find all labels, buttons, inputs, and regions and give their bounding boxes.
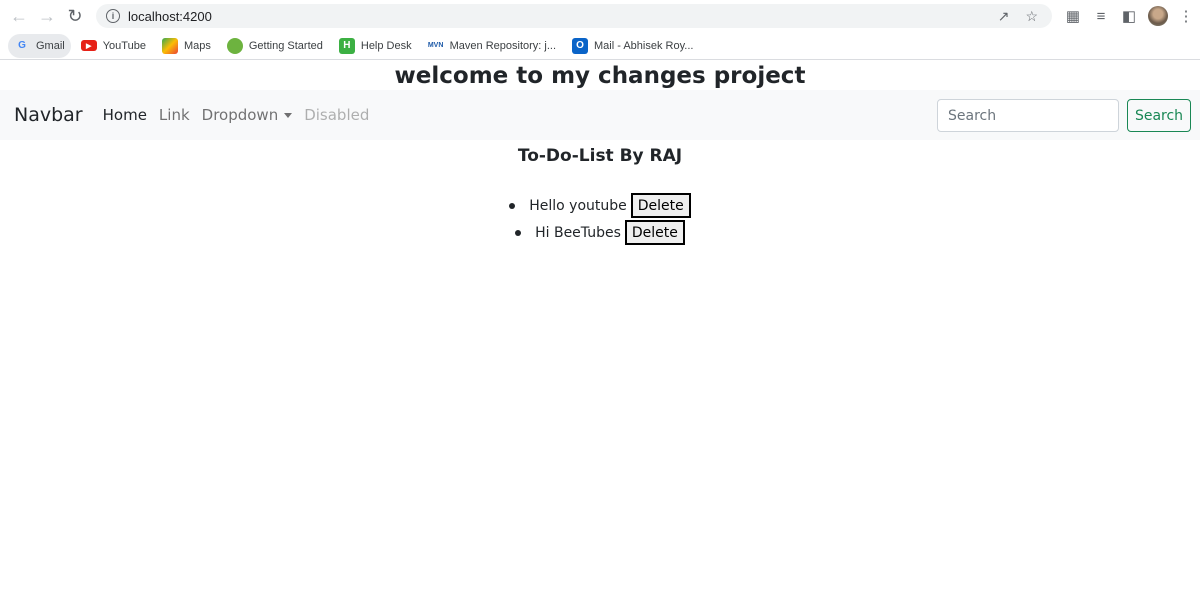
maven-icon: MVN — [427, 42, 444, 49]
bookmark-label: YouTube — [102, 39, 146, 52]
search-input[interactable] — [937, 99, 1119, 132]
caret-down-icon — [284, 113, 293, 118]
side-panel-icon[interactable]: ◧ — [1119, 6, 1139, 26]
navbar: Navbar Home Link Dropdown Disabled Searc… — [0, 90, 1200, 140]
extensions-icon[interactable]: ▦ — [1063, 6, 1083, 26]
nav-link-disabled: Disabled — [304, 106, 370, 124]
bookmark-label: Help Desk — [360, 39, 412, 52]
bookmarks-bar: G Gmail ▶ YouTube Maps Getting Started H… — [0, 32, 1200, 60]
nav-link-link[interactable]: Link — [159, 106, 190, 124]
browser-toolbar: ← → ↻ i localhost:4200 ↗ ☆ ▦ ≡ ◧ ⋮ — [0, 0, 1200, 32]
bookmark-label: Mail - Abhisek Roy... — [594, 39, 694, 52]
profile-avatar[interactable] — [1148, 6, 1168, 26]
share-icon[interactable]: ↗ — [998, 8, 1010, 25]
reload-icon[interactable]: ↻ — [64, 5, 86, 27]
bookmark-maven[interactable]: MVN Maven Repository: j... — [422, 34, 562, 58]
bookmark-label: Maven Repository: j... — [449, 39, 556, 52]
menu-icon[interactable]: ⋮ — [1176, 6, 1196, 26]
helpdesk-icon: H — [338, 37, 355, 54]
bookmark-youtube[interactable]: ▶ YouTube — [75, 34, 152, 58]
todo-item: Hello youtube Delete — [0, 192, 1200, 219]
bookmark-label: Maps — [183, 39, 211, 52]
delete-button[interactable]: Delete — [624, 220, 685, 245]
bookmark-mail[interactable]: O Mail - Abhisek Roy... — [566, 34, 699, 58]
bookmark-gmail[interactable]: G Gmail — [8, 33, 71, 58]
dropdown-label: Dropdown — [201, 106, 279, 124]
bookmark-label: Gmail — [36, 39, 65, 52]
youtube-icon: ▶ — [80, 40, 97, 51]
todo-list: Hello youtube Delete Hi BeeTubes Delete — [0, 192, 1200, 246]
bookmark-help-desk[interactable]: H Help Desk — [333, 34, 418, 58]
todo-heading: To-Do-List By RAJ — [517, 146, 683, 166]
forward-icon[interactable]: → — [36, 5, 58, 27]
google-icon: G — [18, 40, 26, 51]
page-title: welcome to my changes project — [394, 63, 806, 89]
address-bar[interactable]: i localhost:4200 ↗ ☆ — [96, 4, 1052, 28]
todo-text: Hello youtube — [529, 197, 627, 214]
info-icon[interactable]: i — [106, 9, 120, 23]
url-text[interactable]: localhost:4200 — [128, 9, 212, 24]
todo-text: Hi BeeTubes — [535, 224, 621, 241]
bookmark-getting-started[interactable]: Getting Started — [221, 34, 329, 58]
delete-button[interactable]: Delete — [630, 193, 691, 218]
search-button[interactable]: Search — [1127, 99, 1191, 132]
bullet-icon — [509, 202, 516, 209]
media-icon[interactable]: ≡ — [1091, 6, 1111, 26]
back-icon[interactable]: ← — [8, 5, 30, 27]
bullet-icon — [515, 229, 522, 236]
nav-link-home[interactable]: Home — [103, 106, 147, 124]
todo-item: Hi BeeTubes Delete — [0, 219, 1200, 246]
bookmark-label: Getting Started — [248, 39, 323, 52]
nav-dropdown[interactable]: Dropdown — [202, 106, 293, 124]
star-icon[interactable]: ☆ — [1025, 8, 1038, 25]
outlook-icon: O — [572, 37, 588, 54]
spring-icon — [226, 37, 243, 54]
maps-icon — [161, 37, 178, 54]
navbar-brand[interactable]: Navbar — [14, 104, 83, 126]
bookmark-maps[interactable]: Maps — [156, 34, 217, 58]
